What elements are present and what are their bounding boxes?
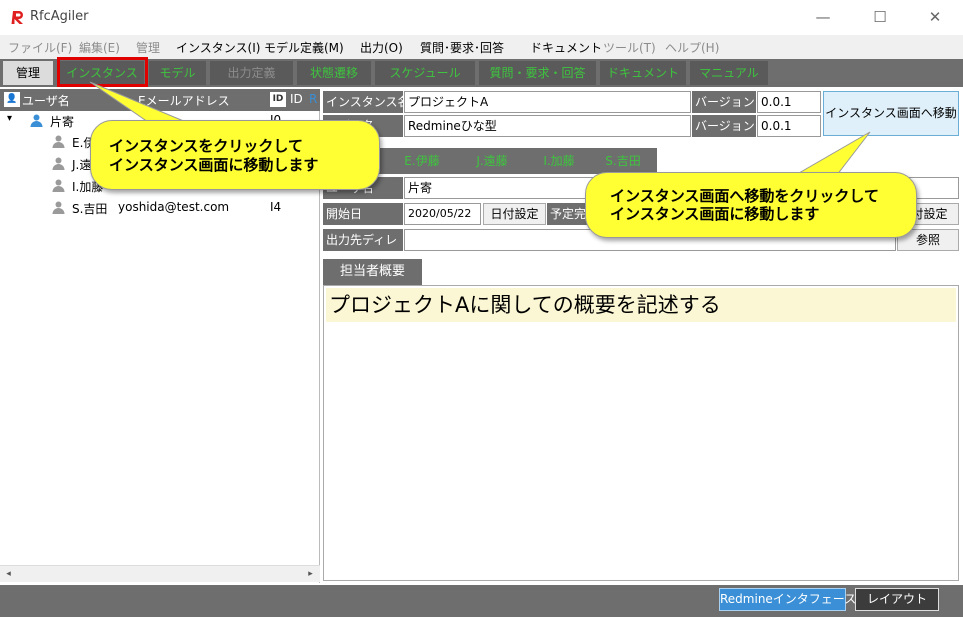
left-callout: インスタンスをクリックして インスタンス画面に移動します	[90, 120, 380, 190]
tab-user-yoshida[interactable]: S.吉田	[593, 150, 653, 172]
status-bar: Redmineインタフェース レイアウト	[0, 585, 963, 617]
user-icon	[52, 135, 65, 148]
horizontal-scrollbar[interactable]: ◂ ▸	[0, 565, 320, 582]
user-name: S.吉田	[72, 202, 108, 216]
menu-bar: ファイル(F) 編集(E) 管理 インスタンス(I) モデル定義(M) 出力(O…	[0, 35, 963, 59]
tab-schedule[interactable]: スケジュール	[375, 61, 475, 85]
user-icon	[52, 201, 65, 214]
user-icon	[52, 179, 65, 192]
scroll-right-icon[interactable]: ▸	[302, 566, 319, 583]
right-callout-line1: インスタンス画面へ移動をクリックして	[610, 187, 879, 205]
column-user-name[interactable]: ユーザ名	[22, 92, 70, 109]
tab-document[interactable]: ドキュメント	[600, 61, 686, 85]
start-date-label: 開始日	[323, 203, 403, 225]
menu-admin[interactable]: 管理	[136, 39, 160, 56]
tree-root-name: 片寄	[50, 115, 75, 129]
app-logo-icon	[11, 10, 25, 24]
menu-model-definition[interactable]: モデル定義(M)	[264, 39, 344, 56]
left-callout-line1: インスタンスをクリックして	[109, 137, 303, 155]
tab-user-endo[interactable]: J.遠藤	[459, 150, 525, 172]
column-extra[interactable]: R	[309, 92, 317, 106]
user-email: yoshida@test.com	[118, 200, 230, 214]
left-callout-line2: インスタンス画面に移動します	[109, 156, 319, 174]
title-bar: RfcAgiler — ☐ ✕	[0, 0, 963, 34]
menu-tools[interactable]: ツール(T)	[603, 39, 656, 56]
scroll-left-icon[interactable]: ◂	[0, 566, 17, 583]
start-date-set-button[interactable]: 日付設定	[483, 203, 546, 225]
layout-button[interactable]: レイアウト	[855, 588, 939, 611]
menu-document[interactable]: ドキュメント	[530, 39, 602, 56]
window-title: RfcAgiler	[30, 9, 89, 24]
user-id: I4	[270, 200, 282, 214]
right-callout-line2: インスタンス画面に移動します	[610, 205, 820, 223]
tab-admin[interactable]: 管理	[3, 61, 53, 85]
model-name-field[interactable]: Redmineひな型	[404, 115, 691, 137]
tab-state-transition[interactable]: 状態遷移	[297, 61, 371, 85]
summary-editor[interactable]: プロジェクトAに関しての概要を記述する	[323, 285, 959, 581]
instance-name-label: インスタンス名	[323, 91, 403, 113]
summary-text[interactable]: プロジェクトAに関しての概要を記述する	[326, 288, 956, 322]
instance-name-field[interactable]: プロジェクトA	[404, 91, 691, 113]
menu-output[interactable]: 出力(O)	[360, 39, 403, 56]
minimize-button[interactable]: —	[800, 6, 846, 28]
user-name: J.遠	[72, 158, 92, 172]
id-icon: ID	[270, 92, 286, 107]
start-date-field[interactable]: 2020/05/22	[404, 203, 481, 225]
tab-user-kato[interactable]: I.加藤	[529, 150, 589, 172]
menu-instance[interactable]: インスタンス(I)	[176, 39, 260, 56]
user-icon	[52, 157, 65, 170]
group-user-icon	[30, 114, 43, 127]
menu-edit[interactable]: 編集(E)	[79, 39, 120, 56]
right-callout: インスタンス画面へ移動をクリックして インスタンス画面に移動します	[585, 172, 917, 238]
menu-help[interactable]: ヘルプ(H)	[665, 39, 719, 56]
output-dir-label: 出力先ディレ	[323, 229, 403, 251]
version-field[interactable]: 0.0.1	[757, 91, 821, 113]
maximize-button[interactable]: ☐	[857, 6, 903, 28]
user-column-icon: 👤	[4, 92, 20, 107]
tab-qa[interactable]: 質問・要求・回答	[479, 61, 596, 85]
tab-user-ito[interactable]: E.伊藤	[389, 150, 455, 172]
redmine-interface-button[interactable]: Redmineインタフェース	[719, 588, 856, 611]
tree-row[interactable]: S.吉田 yoshida@test.com I4	[0, 198, 320, 218]
tab-manual[interactable]: マニュアル	[690, 61, 768, 85]
tab-output-definition[interactable]: 出力定義	[210, 61, 293, 85]
column-id[interactable]: ID	[290, 92, 303, 106]
close-button[interactable]: ✕	[912, 6, 958, 28]
summary-tab[interactable]: 担当者概要	[323, 259, 422, 285]
tree-expander-icon[interactable]: ▾	[7, 113, 12, 124]
version-label: バージョン	[692, 91, 756, 113]
menu-qa[interactable]: 質問･要求･回答	[420, 39, 504, 56]
menu-file[interactable]: ファイル(F)	[8, 39, 72, 56]
